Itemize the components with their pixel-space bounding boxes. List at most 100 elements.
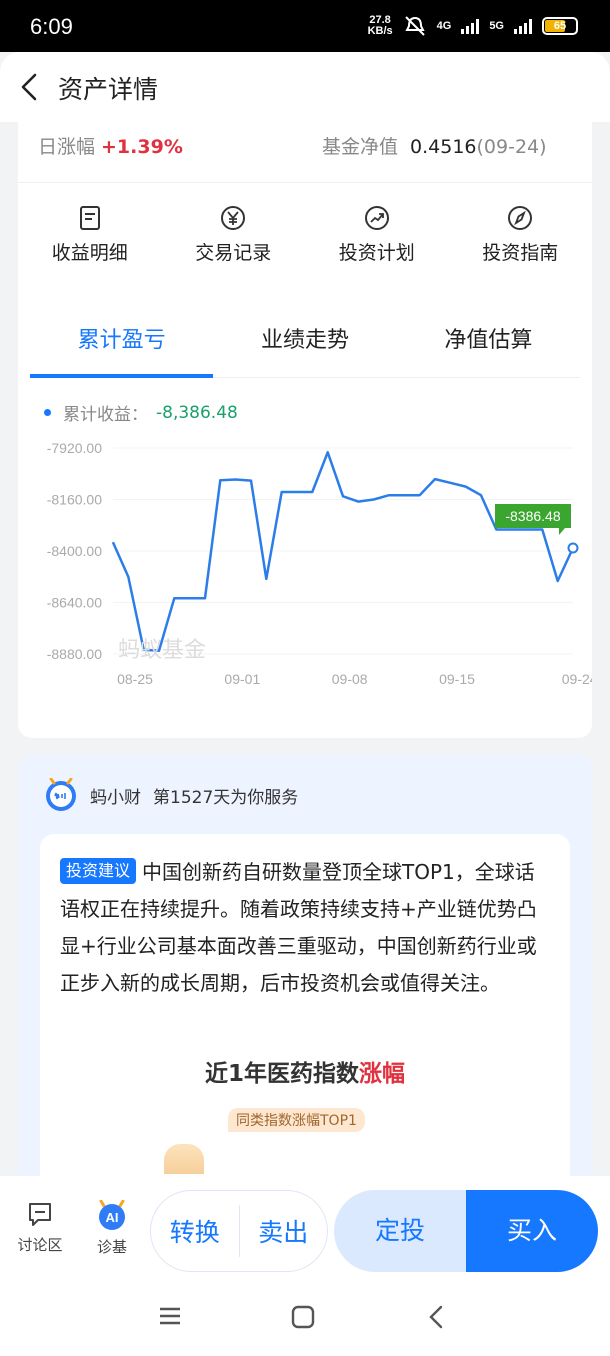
profit-line-chart[interactable]: -7920.00 -8160.00 -8400.00 -8640.00 -8880.00… xyxy=(18,436,592,726)
metrics-row: 日涨幅 +1.39% 基金净值 0.4516(09-24) xyxy=(38,132,578,159)
ai-assistant-logo xyxy=(46,778,76,811)
ai-header: 蚂小财 第1527天为你服务 xyxy=(44,778,298,812)
data-point xyxy=(327,451,329,453)
data-point xyxy=(173,597,175,599)
data-point xyxy=(265,578,267,580)
bottom-action-bar: 讨论区 AI 诊基 转换 卖出 定投 买入 xyxy=(0,1176,610,1282)
status-bar: 6:09 27.8 KB/s 4G 5G 65 xyxy=(0,0,610,52)
app-screen: 日涨幅 +1.39% 基金净值 0.4516(09-24) 收益明细 交易记录 投资… xyxy=(0,52,610,1356)
tab-performance-trend[interactable]: 业绩走势 xyxy=(213,306,396,377)
document-icon xyxy=(79,206,100,230)
data-point xyxy=(357,501,359,503)
battery-icon: 65 xyxy=(542,17,578,35)
data-point xyxy=(495,528,497,531)
data-point xyxy=(127,576,129,578)
data-point xyxy=(112,541,114,544)
page-title: 资产详情 xyxy=(58,75,159,104)
y-tick-label: -8880.00 xyxy=(47,646,102,662)
data-point xyxy=(235,478,237,481)
trend-icon xyxy=(364,206,389,230)
data-point xyxy=(511,528,513,531)
data-point xyxy=(480,494,482,496)
chat-icon xyxy=(29,1203,51,1226)
signal-5g-icon xyxy=(514,18,532,34)
data-point xyxy=(388,494,390,496)
series-line xyxy=(111,451,575,653)
recent-apps-icon[interactable] xyxy=(158,1304,182,1328)
profit-chart-card: 累计盈亏 业绩走势 净值估算 累计收益： -8,386.48 -7920.00-… xyxy=(18,306,592,738)
nav-label: 基金净值 xyxy=(322,136,399,158)
ai-message: 投资建议 中国创新药自研数量登顶全球TOP1，全球话语权正在持续提升。随着政策持续… xyxy=(60,854,550,1002)
diagnose-button[interactable]: AI 诊基 xyxy=(82,1200,142,1257)
y-tick-label: -8160.00 xyxy=(47,492,102,508)
chart-tabs: 累计盈亏 业绩走势 净值估算 xyxy=(30,306,580,378)
ai-service-days: 第1527天为你服务 xyxy=(153,787,299,808)
data-point xyxy=(373,498,375,501)
back-arrow-icon[interactable] xyxy=(18,72,40,102)
data-point xyxy=(219,479,221,481)
net-speed: 27.8 KB/s xyxy=(367,14,393,37)
legend-dot xyxy=(44,409,51,416)
svg-text:AI: AI xyxy=(106,1210,119,1225)
tab-nav-estimate[interactable]: 净值估算 xyxy=(397,306,580,377)
signal-5g-label: 5G xyxy=(489,20,504,32)
mute-icon xyxy=(404,16,425,36)
data-point xyxy=(250,480,252,482)
signal-4g-label: 4G xyxy=(436,20,452,32)
daily-change-value: +1.39% xyxy=(101,136,183,158)
data-point xyxy=(541,528,543,531)
data-point xyxy=(449,482,451,484)
x-tick-label: 09-15 xyxy=(439,671,475,687)
compass-icon xyxy=(508,206,533,230)
nav-date: (09-24) xyxy=(476,136,547,158)
fixed-investment-button[interactable]: 定投 xyxy=(334,1190,466,1272)
discuss-button[interactable]: 讨论区 xyxy=(10,1200,70,1255)
advice-tag: 投资建议 xyxy=(60,858,137,884)
signal-4g-icon xyxy=(461,18,480,34)
action-label: 投资计划 xyxy=(338,242,415,264)
action-trade-records[interactable]: 交易记录 xyxy=(162,204,306,265)
buy-button[interactable]: 买入 xyxy=(466,1190,598,1272)
data-point xyxy=(281,491,283,493)
value-callout-label: -8386.48 xyxy=(505,508,560,524)
status-icons: 27.8 KB/s 4G 5G 65 xyxy=(368,15,578,37)
action-row: 收益明细 交易记录 投资计划 投资指南 xyxy=(18,204,592,265)
x-tick-label: 09-01 xyxy=(224,671,260,687)
data-point xyxy=(189,597,191,599)
action-investment-plan[interactable]: 投资计划 xyxy=(305,204,449,265)
home-icon[interactable] xyxy=(290,1304,316,1330)
data-point xyxy=(465,486,467,488)
y-tick-label: -7920.00 xyxy=(47,440,102,456)
x-tick-label: 08-25 xyxy=(117,671,153,687)
top-badge: 同类指数涨幅TOP1 xyxy=(228,1108,365,1132)
status-time: 6:09 xyxy=(30,14,73,39)
data-point xyxy=(557,580,559,582)
divider xyxy=(18,182,592,183)
system-back-icon[interactable] xyxy=(426,1304,446,1330)
chart-legend: 累计收益： -8,386.48 xyxy=(44,400,238,425)
ai-diagnose-icon: AI xyxy=(99,1200,125,1230)
legend-value: -8,386.48 xyxy=(156,402,238,423)
action-investment-guide[interactable]: 投资指南 xyxy=(449,204,593,265)
last-point-marker xyxy=(567,542,579,554)
switch-button[interactable]: 转换 xyxy=(151,1213,239,1249)
x-tick-label: 09-08 xyxy=(332,671,368,687)
data-point xyxy=(311,491,313,493)
y-tick-label: -8640.00 xyxy=(47,595,102,611)
index-bar xyxy=(164,1144,204,1174)
sell-button[interactable]: 卖出 xyxy=(240,1213,328,1249)
data-point xyxy=(403,494,405,496)
ai-name: 蚂小财 xyxy=(90,787,141,808)
data-point xyxy=(204,597,206,599)
yuan-icon xyxy=(221,206,246,230)
switch-sell-group: 转换 卖出 xyxy=(150,1190,328,1272)
nav-value: 0.4516 xyxy=(410,136,477,158)
action-label: 交易记录 xyxy=(195,242,272,264)
legend-label: 累计收益： xyxy=(63,405,148,425)
action-income-detail[interactable]: 收益明细 xyxy=(18,204,162,265)
tab-cumulative-profit[interactable]: 累计盈亏 xyxy=(30,306,214,378)
y-tick-label: -8400.00 xyxy=(47,543,102,559)
system-nav-bar xyxy=(0,1282,610,1356)
action-label: 投资指南 xyxy=(482,242,559,264)
watermark-text: 蚂蚁基金 xyxy=(118,638,207,663)
